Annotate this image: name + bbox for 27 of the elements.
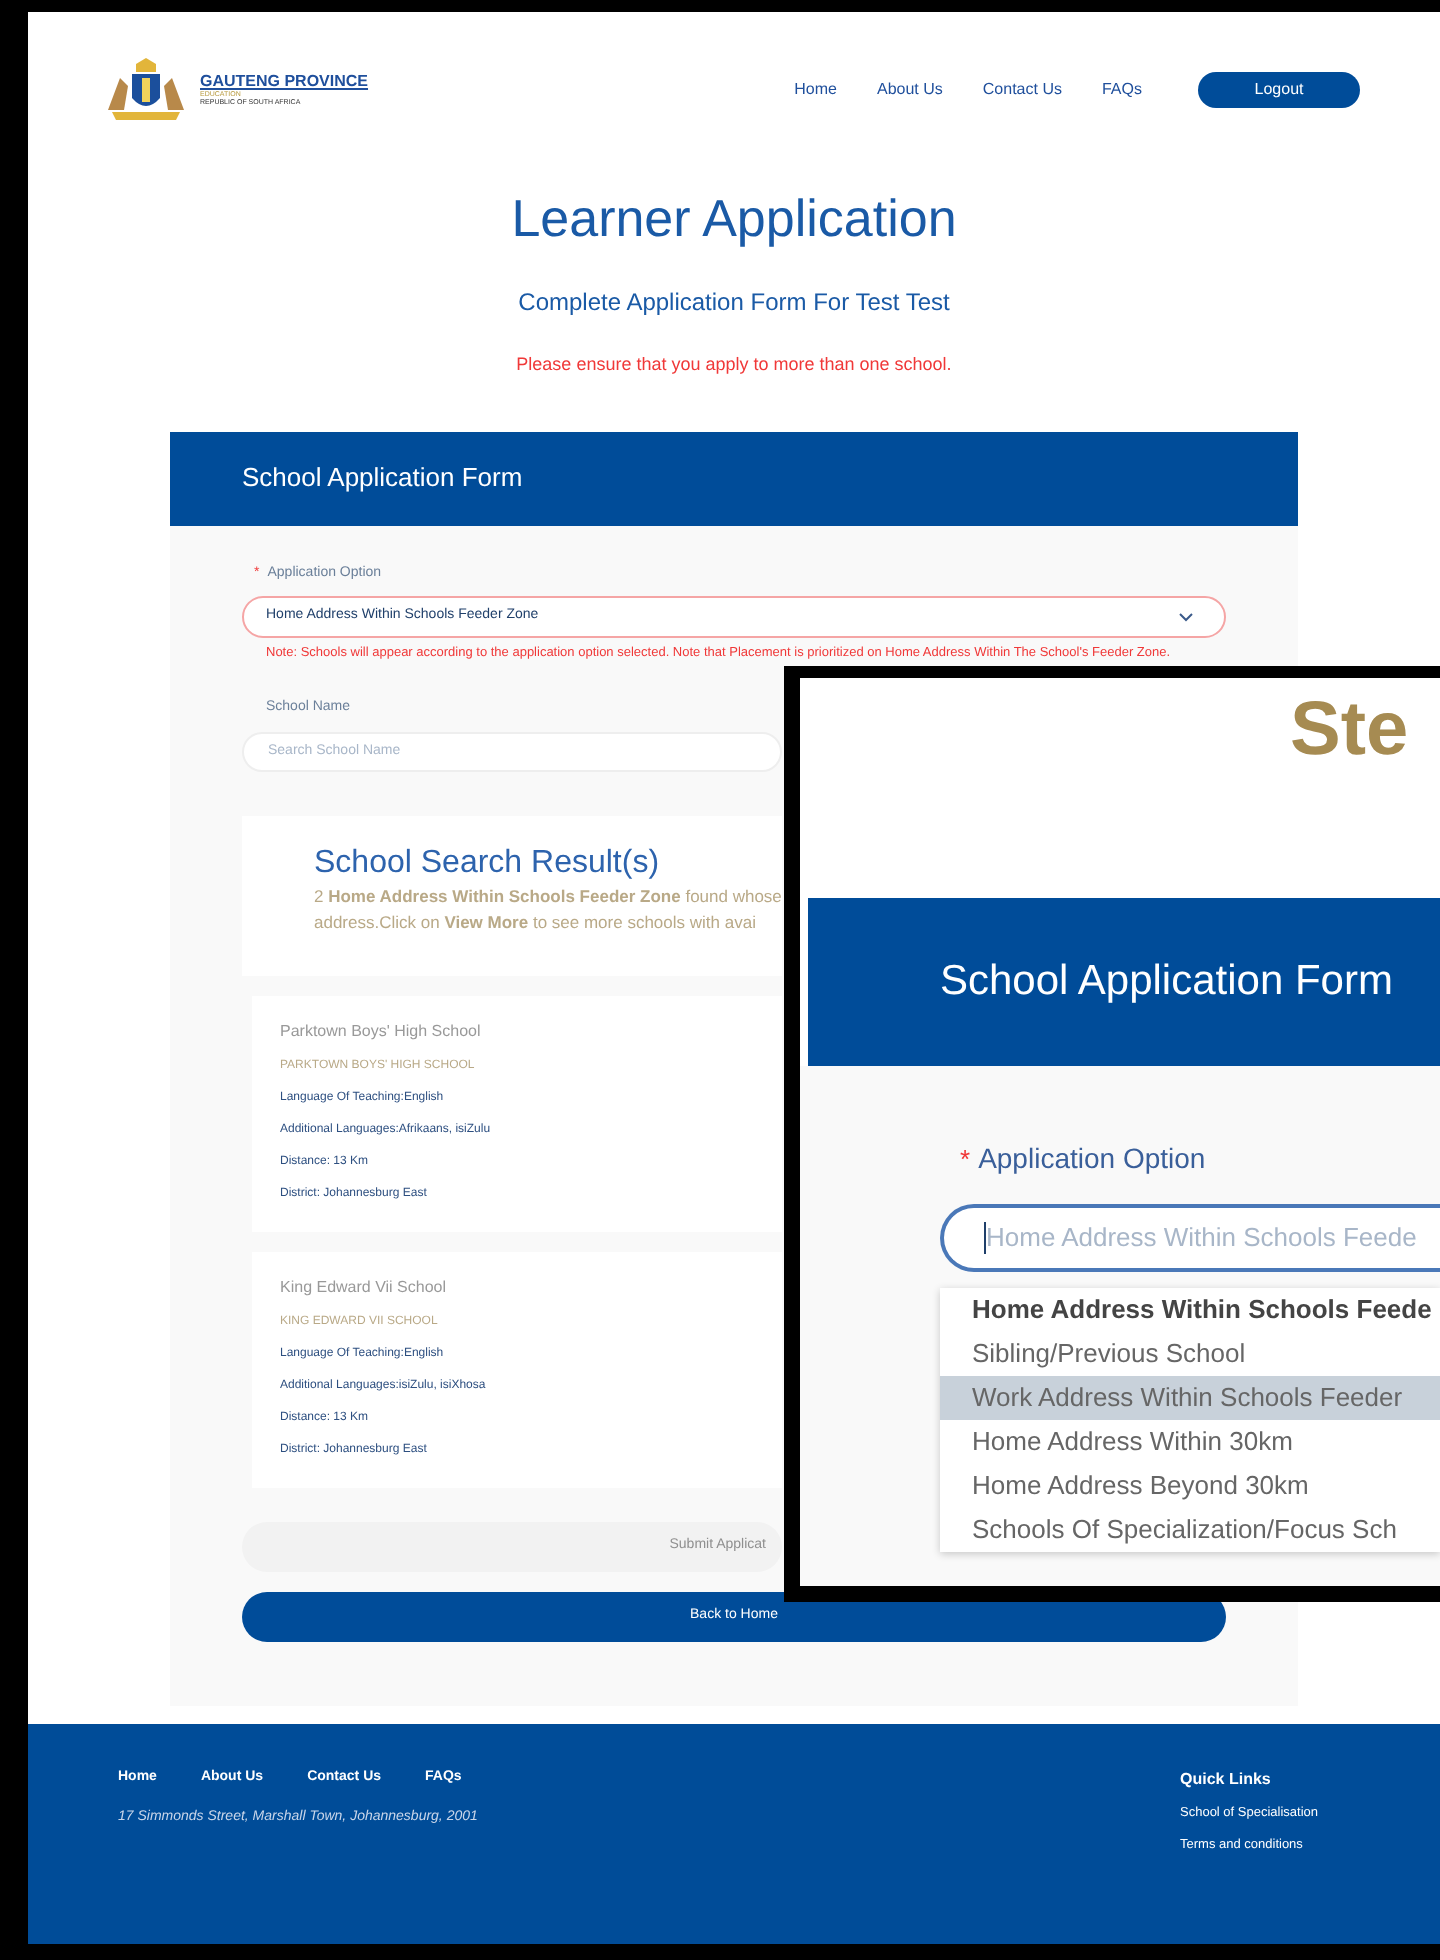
dropdown-option[interactable]: Home Address Within Schools Feede bbox=[940, 1288, 1440, 1332]
nav-link[interactable]: FAQs bbox=[1101, 78, 1142, 102]
page-title: Learner Application bbox=[511, 188, 957, 248]
dropdown-option[interactable]: Work Address Within Schools Feeder bbox=[940, 1376, 1440, 1420]
nav-link[interactable]: Contact Us bbox=[982, 78, 1062, 102]
dropdown-option[interactable]: Schools Of Specialization/Focus Sch bbox=[940, 1508, 1440, 1552]
school-name: Parktown Boys' High School bbox=[280, 1019, 483, 1043]
chevron-down-icon bbox=[1178, 612, 1194, 622]
dropdown-option[interactable]: Home Address Beyond 30km bbox=[940, 1464, 1440, 1508]
page-subtitle: Complete Application Form For Test Test bbox=[518, 286, 950, 320]
quick-links-title: Quick Links bbox=[1180, 1768, 1273, 1792]
logout-button[interactable]: Logout bbox=[1198, 72, 1360, 108]
results-summary: 2 Home Address Within Schools Feeder Zone found whose address.Click on View More to see more schools with avai bbox=[314, 883, 782, 935]
dropdown-option[interactable]: Sibling/Previous School bbox=[940, 1332, 1440, 1376]
logo-title: GAUTENG PROVINCE bbox=[200, 74, 369, 90]
text-cursor bbox=[984, 1222, 986, 1254]
dropdown-option[interactable]: Home Address Within 30km bbox=[940, 1420, 1440, 1464]
nav-link[interactable]: Home bbox=[794, 78, 837, 102]
form-title: School Application Form bbox=[940, 956, 1393, 1009]
school-name: King Edward Vii School bbox=[280, 1275, 449, 1299]
nav-link[interactable]: About Us bbox=[877, 78, 943, 102]
required-mark: * bbox=[960, 1141, 971, 1178]
step-heading: Ste bbox=[1288, 686, 1411, 774]
warning-text: Please ensure that you apply to more than one school. bbox=[516, 352, 952, 378]
field-label: Application Option bbox=[978, 1140, 1206, 1178]
form-title: School Application Form bbox=[242, 460, 523, 497]
results-title: School Search Result(s) bbox=[314, 843, 662, 883]
